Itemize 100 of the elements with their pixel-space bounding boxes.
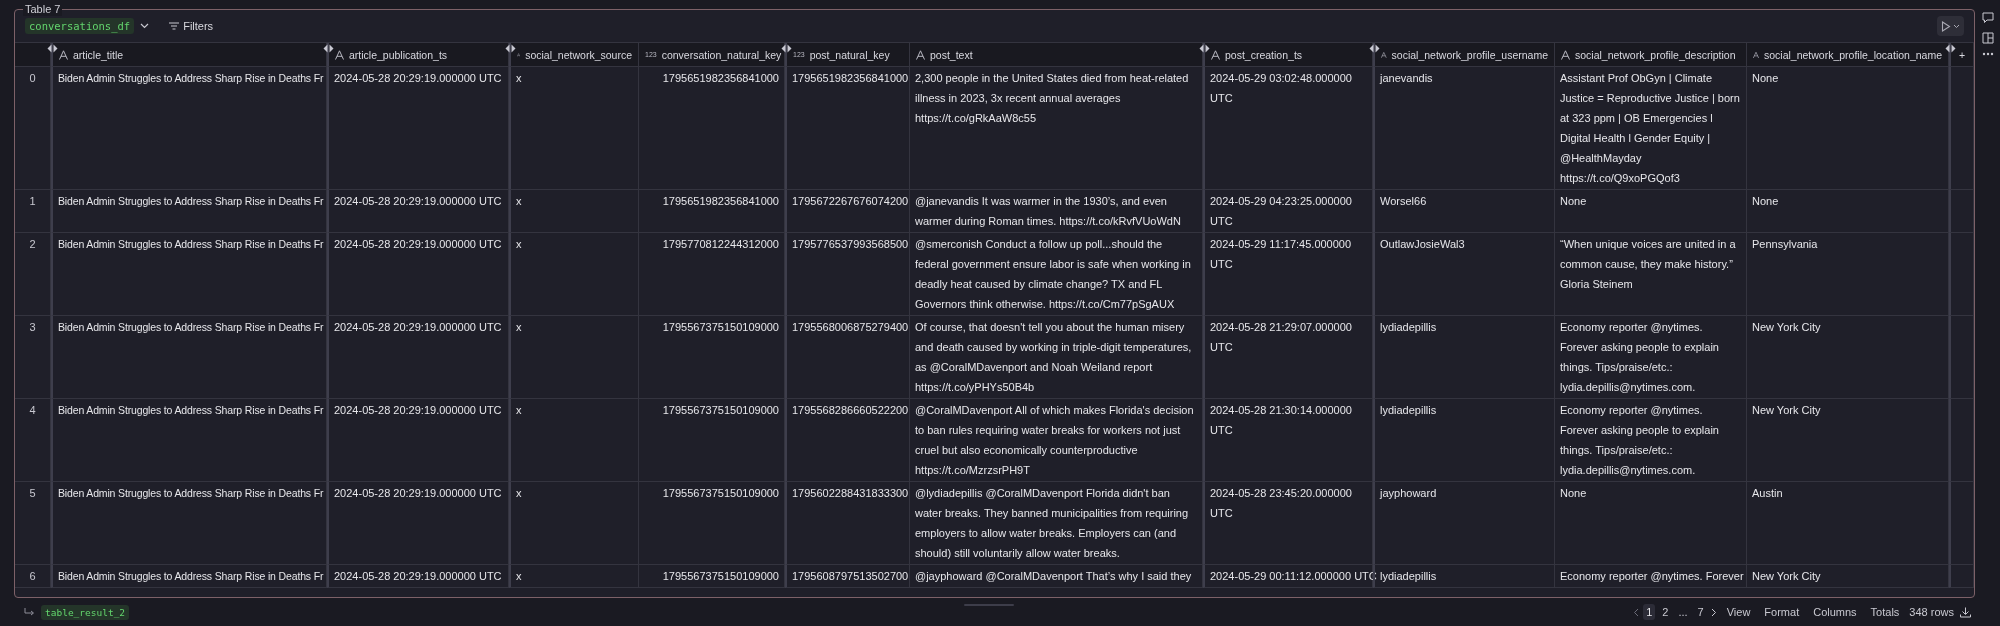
resize-handle-icon[interactable] <box>47 44 58 53</box>
table-cell: x <box>509 482 639 565</box>
table-cell: Biden Admin Struggles to Address Sharp Rise in Deaths Fr <box>51 67 327 190</box>
row-count: 348 rows <box>1909 606 1954 618</box>
table-cell: Biden Admin Struggles to Address Sharp Rise in Deaths Fr <box>51 233 327 316</box>
filters-button[interactable]: Filters <box>167 18 216 34</box>
table-cell: Pennsylvania <box>1747 233 1949 316</box>
table-cell: lydiadepillis <box>1373 316 1555 399</box>
resize-handle-icon[interactable] <box>781 44 792 53</box>
text-type-icon <box>59 49 68 60</box>
table-cell: @janevandis It was warmer in the 1930’s, and even warmer during Roman times. https://t.co/kRvfVUoWdN <box>910 190 1203 233</box>
table-cell: 2024-05-28 20:29:19.000000 UTC <box>327 190 509 233</box>
table-cell: x <box>509 190 639 233</box>
chevron-down-icon[interactable] <box>140 23 150 29</box>
table-cell: x <box>509 67 639 190</box>
row-index: 2 <box>15 233 51 316</box>
table-cell: 2024-05-28 20:29:19.000000 UTC <box>327 399 509 482</box>
column-header[interactable]: social_network_profile_description <box>1555 43 1747 67</box>
table-cell: 1795651982356841000 <box>639 190 785 233</box>
table-cell: Economy reporter @nytimes. Forever asking people to explain things. Tips/praise/etc.: lydia.depillis@nytimes.com. <box>1555 316 1747 399</box>
table-cell: 1795602288431833300 <box>785 482 910 565</box>
page-button[interactable]: 1 <box>1643 604 1656 620</box>
table-cell: 2024-05-29 11:17:45.000000 UTC <box>1203 233 1373 316</box>
chevron-right-icon[interactable] <box>1710 607 1717 617</box>
table-cell: x <box>509 565 639 588</box>
row-index: 6 <box>15 565 51 588</box>
table-cell: None <box>1747 190 1949 233</box>
table-cell: 1795608797513502700 <box>785 565 910 588</box>
play-icon <box>1941 20 1951 32</box>
table-cell: New York City <box>1747 316 1949 399</box>
table-cell: x <box>509 316 639 399</box>
run-button[interactable] <box>1937 16 1964 36</box>
text-type-icon <box>1381 49 1387 60</box>
resize-handle-icon[interactable] <box>323 44 334 53</box>
page-button[interactable]: ... <box>1675 604 1691 620</box>
text-type-icon <box>916 49 925 60</box>
drag-handle[interactable] <box>964 604 1014 606</box>
result-name[interactable]: table_result_2 <box>41 604 130 620</box>
table-cell: Biden Admin Struggles to Address Sharp Rise in Deaths Fr <box>51 399 327 482</box>
table-cell: 2024-05-28 20:29:19.000000 UTC <box>327 67 509 190</box>
table-cell: 2024-05-29 03:02:48.000000 UTC <box>1203 67 1373 190</box>
table-cell: 2024-05-29 04:23:25.000000 UTC <box>1203 190 1373 233</box>
dataframe-name[interactable]: conversations_df <box>25 18 135 34</box>
empty-cell <box>1949 190 1974 233</box>
table-cell: @smerconish Conduct a follow up poll...should the federal government ensure labor is safe when working in deadly heat caused by climate change? TX and FL Governors think otherwise. https://t.co/Cm77pSgAUX <box>910 233 1203 316</box>
filter-icon <box>169 22 180 30</box>
table-cell: x <box>509 399 639 482</box>
resize-handle-icon[interactable] <box>1199 44 1210 53</box>
layout-icon[interactable] <box>1981 32 1994 44</box>
resize-handle-icon[interactable] <box>1945 44 1956 53</box>
table-cell: None <box>1555 190 1747 233</box>
table-cell: Biden Admin Struggles to Address Sharp Rise in Deaths Fr <box>51 482 327 565</box>
table-cell: 2024-05-28 20:29:19.000000 UTC <box>327 316 509 399</box>
table-cell: jayphoward <box>1373 482 1555 565</box>
page-button[interactable]: 2 <box>1659 604 1672 620</box>
table-cell: 1795568286660522200 <box>785 399 910 482</box>
table-cell: 1795651982356841000 <box>785 67 910 190</box>
toolbar-button[interactable]: Totals <box>1866 604 1904 620</box>
text-type-icon <box>1753 49 1759 60</box>
empty-cell <box>1949 565 1974 588</box>
more-icon[interactable] <box>1981 52 1994 56</box>
table-cell: Austin <box>1747 482 1949 565</box>
table-cell: Biden Admin Struggles to Address Sharp Rise in Deaths Fr <box>51 316 327 399</box>
table-cell: 1795568006875279400 <box>785 316 910 399</box>
text-type-icon <box>1211 49 1220 60</box>
cell-title: Table 7 <box>23 2 63 16</box>
row-index: 0 <box>15 67 51 190</box>
table-cell: x <box>509 233 639 316</box>
table-cell: New York City <box>1747 399 1949 482</box>
table-cell: 1795770812244312000 <box>639 233 785 316</box>
download-icon[interactable] <box>1960 606 1971 618</box>
table-cell: @CoralMDavenport All of which makes Florida's decision to ban rules requiring water breaks for workers not just cruel but also economically counterproductive https://t.co/MzrzsrPH9T <box>910 399 1203 482</box>
table-cell: 2024-05-28 21:30:14.000000 UTC <box>1203 399 1373 482</box>
toolbar-button[interactable]: Format <box>1760 604 1804 620</box>
table-cell: Economy reporter @nytimes. Forever asking people to explain things. Tips/praise/etc.: lydia.depillis@nytimes.com. <box>1555 399 1747 482</box>
row-index: 1 <box>15 190 51 233</box>
table-cell: 1795776537993568500 <box>785 233 910 316</box>
chevron-down-icon <box>1953 23 1960 29</box>
toolbar-button[interactable]: Columns <box>1809 604 1861 620</box>
return-arrow-icon <box>24 607 35 617</box>
resize-handle-icon[interactable] <box>505 44 516 53</box>
text-type-icon <box>335 49 344 60</box>
table-cell: “When unique voices are united in a common cause, they make history.” Gloria Steinem <box>1555 233 1747 316</box>
table-cell: None <box>1555 482 1747 565</box>
column-header[interactable]: social_network_profile_location_name <box>1747 43 1949 67</box>
table-cell: Economy reporter @nytimes. Forever <box>1555 565 1747 588</box>
chevron-left-icon[interactable] <box>1633 607 1640 617</box>
comment-icon[interactable] <box>1981 12 1994 24</box>
column-header[interactable]: post_text <box>910 43 1203 67</box>
row-index: 3 <box>15 316 51 399</box>
text-type-icon <box>1561 49 1570 60</box>
resize-handle-icon[interactable] <box>1369 44 1380 53</box>
table-cell: @jayphoward @CoralMDavenport That’s why I said they <box>910 565 1203 588</box>
table-cell: 2024-05-28 20:29:19.000000 UTC <box>327 565 509 588</box>
table-cell: Biden Admin Struggles to Address Sharp Rise in Deaths Fr <box>51 190 327 233</box>
table-cell: 1795567375150109000 <box>639 565 785 588</box>
toolbar-button[interactable]: View <box>1722 604 1755 620</box>
table-cell: 1795567375150109000 <box>639 316 785 399</box>
table-cell: lydiadepillis <box>1373 565 1555 588</box>
page-button[interactable]: 7 <box>1694 604 1707 620</box>
